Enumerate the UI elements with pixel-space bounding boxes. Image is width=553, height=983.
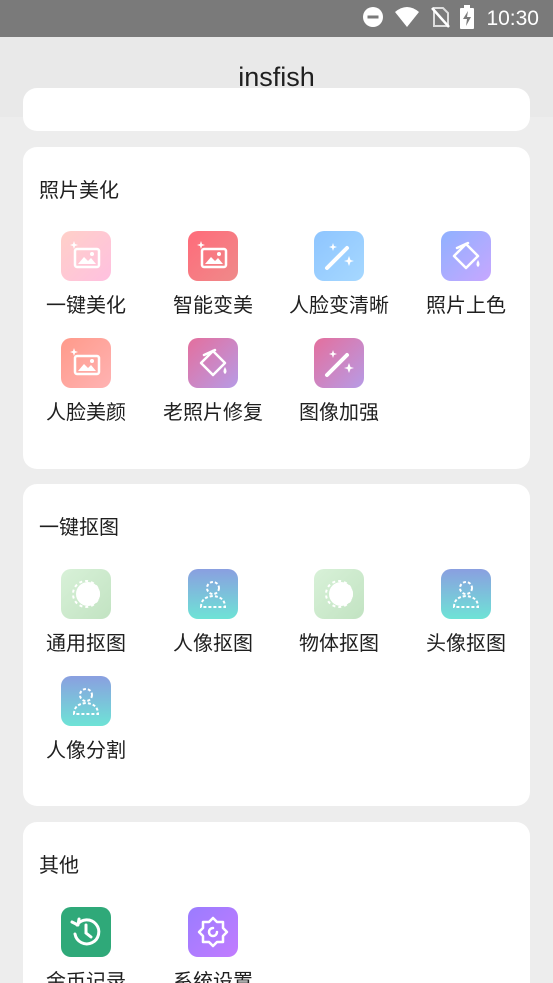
feature-label: 照片上色 xyxy=(426,293,506,317)
feature-general-cutout[interactable]: 通用抠图 xyxy=(23,569,149,656)
photo-sparkle-icon xyxy=(61,338,111,388)
magic-wand-icon xyxy=(314,231,364,281)
feature-label: 智能变美 xyxy=(173,293,253,317)
feature-photo-colorize[interactable]: 照片上色 xyxy=(403,231,529,318)
card-scrolled-off xyxy=(23,88,530,131)
feature-label: 系统设置 xyxy=(173,969,253,983)
do-not-disturb-icon xyxy=(362,6,384,32)
feature-coin-record[interactable]: 金币记录 xyxy=(23,907,149,983)
feature-label: 老照片修复 xyxy=(163,400,263,424)
person-cutout-icon xyxy=(188,569,238,619)
person-cutout-icon xyxy=(441,569,491,619)
feature-label: 一键美化 xyxy=(46,293,126,317)
feature-label: 人像抠图 xyxy=(173,631,253,655)
circle-cutout-icon xyxy=(314,569,364,619)
feature-label: 通用抠图 xyxy=(46,631,126,655)
feature-label: 人脸美颜 xyxy=(46,400,126,424)
section-one-click-cutout: 一键抠图 通用抠图 人像抠图 物体抠图 头像抠图 人像分割 xyxy=(23,484,530,806)
section-photo-beautify: 照片美化 一键美化 智能变美 人脸变清晰 照片上色 人脸美颜 老照片修复 图像加… xyxy=(23,147,530,469)
section-title: 其他 xyxy=(39,853,79,877)
magic-wand-icon xyxy=(314,338,364,388)
gear-icon xyxy=(188,907,238,957)
wifi-icon xyxy=(394,6,420,32)
photo-sparkle-icon xyxy=(188,231,238,281)
circle-cutout-icon xyxy=(61,569,111,619)
paint-bucket-icon xyxy=(188,338,238,388)
feature-face-makeup[interactable]: 人脸美颜 xyxy=(23,338,149,425)
feature-portrait-segmentation[interactable]: 人像分割 xyxy=(23,676,149,763)
section-title: 照片美化 xyxy=(39,178,119,202)
person-cutout-icon xyxy=(61,676,111,726)
photo-sparkle-icon xyxy=(61,231,111,281)
feature-object-cutout[interactable]: 物体抠图 xyxy=(276,569,402,656)
feature-label: 人脸变清晰 xyxy=(289,293,389,317)
no-sim-icon xyxy=(430,6,451,32)
feature-label: 物体抠图 xyxy=(299,631,379,655)
feature-label: 图像加强 xyxy=(299,400,379,424)
status-time: 10:30 xyxy=(486,6,539,30)
status-icons: 10:30 xyxy=(362,0,539,37)
feature-label: 人像分割 xyxy=(46,738,126,762)
feature-avatar-cutout[interactable]: 头像抠图 xyxy=(403,569,529,656)
feature-one-click-beautify[interactable]: 一键美化 xyxy=(23,231,149,318)
feature-portrait-cutout[interactable]: 人像抠图 xyxy=(150,569,276,656)
battery-charging-icon xyxy=(460,4,475,33)
section-other: 其他 金币记录 系统设置 xyxy=(23,822,530,983)
status-bar: 10:30 xyxy=(0,0,553,37)
feature-label: 金币记录 xyxy=(46,969,126,983)
history-clock-icon xyxy=(61,907,111,957)
feature-image-enhance[interactable]: 图像加强 xyxy=(276,338,402,425)
feature-old-photo-repair[interactable]: 老照片修复 xyxy=(150,338,276,425)
feature-face-clarify[interactable]: 人脸变清晰 xyxy=(276,231,402,318)
feature-system-settings[interactable]: 系统设置 xyxy=(150,907,276,983)
section-title: 一键抠图 xyxy=(39,515,119,539)
feature-label: 头像抠图 xyxy=(426,631,506,655)
paint-bucket-icon xyxy=(441,231,491,281)
feature-smart-beautify[interactable]: 智能变美 xyxy=(150,231,276,318)
